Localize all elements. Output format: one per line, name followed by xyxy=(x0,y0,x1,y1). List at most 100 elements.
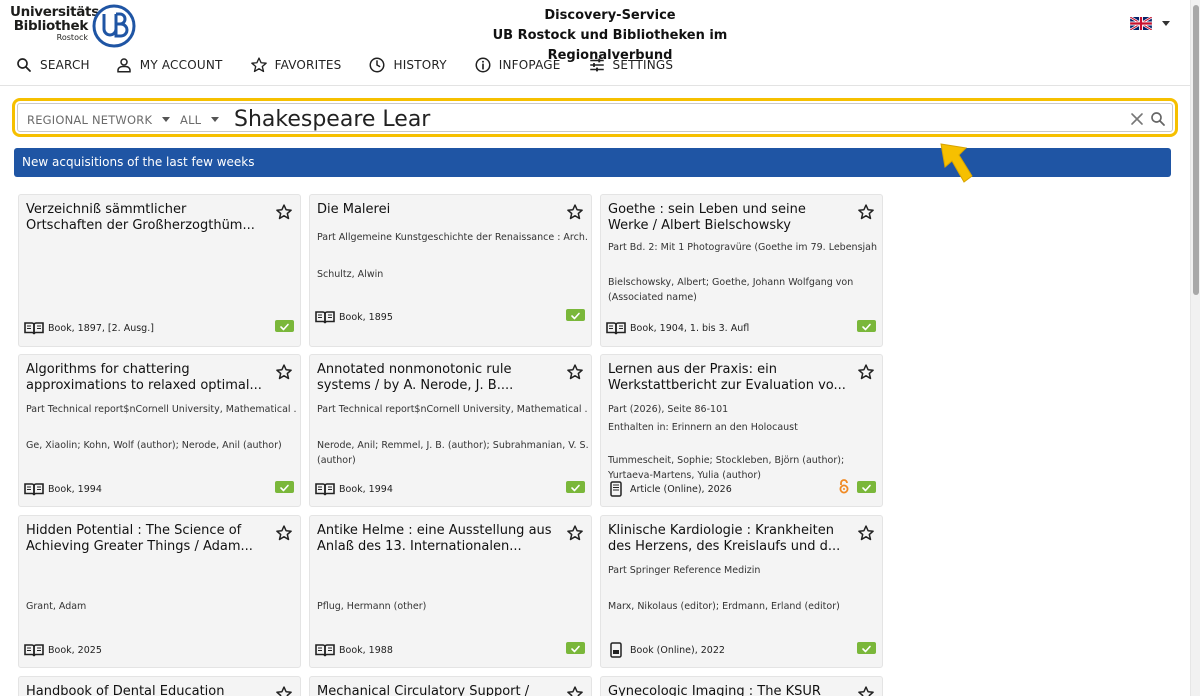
favorite-star-icon[interactable] xyxy=(857,524,875,542)
result-type-label: Book, 1904, 1. bis 3. Aufl xyxy=(630,322,750,334)
result-title-line: Werke / Albert Bielschowsky xyxy=(608,218,791,233)
favorite-star-icon[interactable] xyxy=(857,685,875,696)
arrow-up-left-icon xyxy=(940,143,973,183)
result-title-line: Klinische Kardiologie : Krankheiten xyxy=(608,523,834,538)
result-title-line: Werkstattbericht zur Evaluation vo... xyxy=(608,378,846,393)
result-title-line: Mechanical Circulatory Support / xyxy=(317,684,530,696)
favorite-star-icon[interactable] xyxy=(275,685,293,696)
favorite-star-icon[interactable] xyxy=(566,203,584,221)
result-card[interactable]: Antike Helme : eine Ausstellung aus Anlaß… xyxy=(309,515,592,668)
result-title-line: approximations to relaxed optimal... xyxy=(26,378,262,393)
result-card[interactable]: Hidden Potential : The Science of Achievi… xyxy=(18,515,301,668)
result-title-line: systems / by A. Nerode, J. B.... xyxy=(317,378,514,393)
favorite-star-icon[interactable] xyxy=(857,203,875,221)
result-card[interactable]: Verzeichniß sämmtlicher Ortschaften der G… xyxy=(18,194,301,347)
result-title[interactable]: Gynecologic Imaging : The KSUR xyxy=(608,684,848,696)
availability-check-icon[interactable] xyxy=(857,642,876,654)
result-part: Part Bd. 2: Mit 1 Photogravüre (Goethe i… xyxy=(608,242,878,253)
result-title-line: Hidden Potential : The Science of xyxy=(26,523,242,538)
favorite-star-icon[interactable] xyxy=(857,363,875,381)
result-title[interactable]: Klinische Kardiologie : Krankheiten des H… xyxy=(608,523,848,555)
favorite-star-icon[interactable] xyxy=(275,363,293,381)
result-container-info: Enthalten in: Erinnern an den Holocaust xyxy=(608,422,798,433)
result-part: Part Technical report$nCornell Universit… xyxy=(317,404,587,415)
availability-check-icon[interactable] xyxy=(275,320,294,332)
result-title-line: Die Malerei xyxy=(317,202,391,217)
result-title-line: Algorithms for chattering xyxy=(26,362,190,377)
result-card[interactable]: Klinische Kardiologie : Krankheiten des H… xyxy=(600,515,883,668)
availability-check-icon[interactable] xyxy=(275,481,294,493)
favorite-star-icon[interactable] xyxy=(275,203,293,221)
result-title[interactable]: Mechanical Circulatory Support / xyxy=(317,684,557,696)
availability-check-icon[interactable] xyxy=(857,320,876,332)
result-title-line: Antike Helme : eine Ausstellung aus xyxy=(317,523,552,538)
vertical-scrollbar[interactable] xyxy=(1190,0,1200,696)
book-icon xyxy=(24,643,44,657)
book-icon xyxy=(606,321,626,335)
result-title[interactable]: Verzeichniß sämmtlicher Ortschaften der G… xyxy=(26,202,266,234)
result-type-label: Book, 1895 xyxy=(339,311,393,323)
result-authors: Grant, Adam xyxy=(26,601,87,612)
result-title[interactable]: Handbook of Dental Education xyxy=(26,684,266,696)
result-authors: Schultz, Alwin xyxy=(317,269,384,280)
result-type: Article (Online), 2026 xyxy=(606,481,732,497)
result-title[interactable]: Goethe : sein Leben und seine Werke / Alb… xyxy=(608,202,848,234)
result-part: Part Allgemeine Kunstgeschichte der Rena… xyxy=(317,232,587,243)
result-title[interactable]: Hidden Potential : The Science of Achievi… xyxy=(26,523,266,555)
result-title-line: Lernen aus der Praxis: ein xyxy=(608,362,777,377)
result-title-line: Anlaß des 13. Internationalen... xyxy=(317,539,522,554)
result-card[interactable]: Goethe : sein Leben und seine Werke / Alb… xyxy=(600,194,883,347)
result-card[interactable]: Annotated nonmonotonic rule systems / by … xyxy=(309,354,592,507)
book-icon xyxy=(315,310,335,324)
availability-check-icon[interactable] xyxy=(566,309,585,321)
result-title[interactable]: Antike Helme : eine Ausstellung aus Anlaß… xyxy=(317,523,557,555)
result-card[interactable]: Mechanical Circulatory Support / xyxy=(309,676,592,696)
result-type-label: Book, 1897, [2. Ausg.] xyxy=(48,322,154,334)
result-type-label: Book, 1988 xyxy=(339,644,393,656)
availability-check-icon[interactable] xyxy=(857,481,876,493)
book-icon xyxy=(315,482,335,496)
result-authors: Pflug, Hermann (other) xyxy=(317,601,427,612)
favorite-star-icon[interactable] xyxy=(275,524,293,542)
scrollbar-thumb[interactable] xyxy=(1193,5,1199,295)
result-title-line: Goethe : sein Leben und seine xyxy=(608,202,806,217)
result-title-line: Achieving Greater Things / Adam... xyxy=(26,539,253,554)
result-type: Book, 1895 xyxy=(315,310,393,324)
result-title[interactable]: Lernen aus der Praxis: ein Werkstattberic… xyxy=(608,362,848,394)
result-title-line: Annotated nonmonotonic rule xyxy=(317,362,512,377)
result-type: Book, 2025 xyxy=(24,643,102,657)
result-type-label: Article (Online), 2026 xyxy=(630,483,732,495)
result-card[interactable]: Die Malerei Part Allgemeine Kunstgeschich… xyxy=(309,194,592,347)
result-title-line: des Herzens, des Kreislaufs und d... xyxy=(608,539,841,554)
result-type: Book, 1904, 1. bis 3. Aufl xyxy=(606,321,749,335)
availability-check-icon[interactable] xyxy=(566,642,585,654)
result-card[interactable]: Algorithms for chattering approximations … xyxy=(18,354,301,507)
result-title[interactable]: Annotated nonmonotonic rule systems / by … xyxy=(317,362,557,394)
article-online-icon xyxy=(606,481,626,497)
results-grid: Verzeichniß sämmtlicher Ortschaften der G… xyxy=(0,0,1190,696)
favorite-star-icon[interactable] xyxy=(566,524,584,542)
result-authors: Marx, Nikolaus (editor); Erdmann, Erland… xyxy=(608,601,840,612)
result-type: Book (Online), 2022 xyxy=(606,642,725,658)
favorite-star-icon[interactable] xyxy=(566,685,584,696)
result-card[interactable]: Gynecologic Imaging : The KSUR xyxy=(600,676,883,696)
open-access-icon xyxy=(838,479,850,494)
result-part: Part Technical report$nCornell Universit… xyxy=(26,404,296,415)
book-icon xyxy=(24,321,44,335)
result-title[interactable]: Die Malerei xyxy=(317,202,557,218)
result-type: Book, 1897, [2. Ausg.] xyxy=(24,321,154,335)
result-title-line: Handbook of Dental Education xyxy=(26,684,225,696)
result-authors: Ge, Xiaolin; Kohn, Wolf (author); Nerode… xyxy=(26,440,282,451)
result-card[interactable]: Lernen aus der Praxis: ein Werkstattberic… xyxy=(600,354,883,507)
result-type-label: Book, 2025 xyxy=(48,644,102,656)
result-title[interactable]: Algorithms for chattering approximations … xyxy=(26,362,266,394)
availability-check-icon[interactable] xyxy=(566,481,585,493)
favorite-star-icon[interactable] xyxy=(566,363,584,381)
result-type-label: Book (Online), 2022 xyxy=(630,644,725,656)
result-authors: Bielschowsky, Albert; Goethe, Johann Wol… xyxy=(608,277,854,303)
result-title-line: Verzeichniß sämmtlicher xyxy=(26,202,187,217)
book-icon xyxy=(315,643,335,657)
result-type: Book, 1988 xyxy=(315,643,393,657)
result-card[interactable]: Handbook of Dental Education xyxy=(18,676,301,696)
result-type-label: Book, 1994 xyxy=(339,483,393,495)
